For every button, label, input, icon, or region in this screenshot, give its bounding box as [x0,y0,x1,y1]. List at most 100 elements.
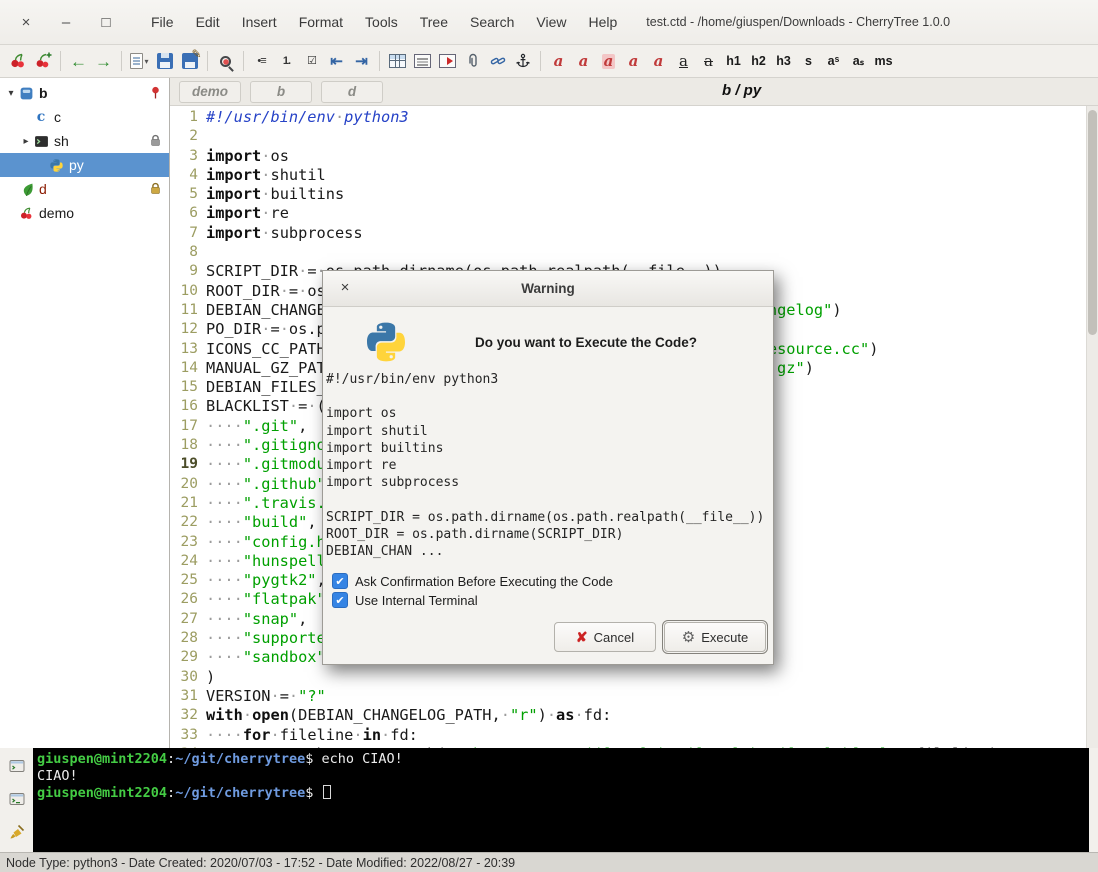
tree-node-b[interactable]: ▾b [0,81,169,105]
toolbar-insert-link-button[interactable] [485,48,510,74]
line-number: 30 [170,668,198,687]
menu-view[interactable]: View [525,9,577,35]
toolbar-execute-code-button[interactable] [435,48,460,74]
scrollbar-thumb[interactable] [1088,110,1097,335]
menu-insert[interactable]: Insert [231,9,288,35]
line-number: 16 [170,397,198,416]
menu-format[interactable]: Format [288,9,354,35]
dialog-code-line [326,491,771,508]
line-number: 28 [170,629,198,648]
toolbar-save-button[interactable] [152,48,177,74]
recent-node-tab-d[interactable]: d [321,81,383,103]
open-recent-icon [130,53,143,69]
toolbar-go-forward-button[interactable]: → [91,48,116,74]
dialog-titlebar: × Warning [323,271,773,307]
line-number: 14 [170,359,198,378]
menu-search[interactable]: Search [459,9,525,35]
find-icon [220,56,231,67]
checkbox-row-1[interactable]: ✔Use Internal Terminal [332,592,764,608]
tree-node-c[interactable]: cc [0,105,169,129]
toolbar-go-back-button[interactable]: ← [66,48,91,74]
toolbar-add-node-button[interactable] [5,48,30,74]
tree-node-demo[interactable]: demo [0,201,169,225]
toolbar-color-foreground-button[interactable]: a [571,48,596,74]
terminal-text: ~/git/cherrytree [175,751,305,767]
toolbar-list-todo-button[interactable]: ☑ [299,48,324,74]
toolbar-find-button[interactable] [213,48,238,74]
recent-node-tab-b[interactable]: b [250,81,312,103]
line-number: 5 [170,185,198,204]
toolbar-heading-3-button[interactable]: h3 [771,48,796,74]
checkbox-icon[interactable]: ✔ [332,573,348,589]
menu-edit[interactable]: Edit [185,9,231,35]
tree-node-d[interactable]: d [0,177,169,201]
toolbar-format-bold-button[interactable]: a [621,48,646,74]
dialog-code-line: import shutil [326,423,771,440]
list-bulleted-icon: •≡ [257,56,265,67]
code-text: with·open(DEBIAN_CHANGELOG_PATH,·"r")·as… [206,706,611,725]
tree-node-label: sh [54,133,69,149]
list-todo-icon: ☑ [307,56,316,67]
line-number: 22 [170,513,198,532]
toolbar-save-as-button[interactable] [177,48,202,74]
tree-node-label: d [39,181,47,197]
line-number: 13 [170,340,198,359]
toolbar-format-strikethrough-button[interactable]: a [696,48,721,74]
dialog-code-line: import subprocess [326,474,771,491]
menu-tree[interactable]: Tree [409,9,459,35]
expander-icon[interactable]: ▾ [4,88,18,99]
toolbar-attach-file-button[interactable] [460,48,485,74]
dialog-question: Do you want to Execute the Code? [409,335,763,350]
window-close-button[interactable]: × [6,14,46,31]
window-maximize-button[interactable]: □ [86,14,126,31]
window-minimize-button[interactable]: – [46,14,86,31]
tree-node-sh[interactable]: ▸ sh [0,129,169,153]
checkbox-row-0[interactable]: ✔Ask Confirmation Before Executing the C… [332,573,764,589]
cancel-button[interactable]: ✘ Cancel [554,622,656,652]
toolbar-indent-less-button[interactable]: ⇤ [324,48,349,74]
expander-icon[interactable]: ▸ [19,136,33,147]
toolbar-insert-anchor-button[interactable] [510,48,535,74]
terminal-text: CIAO! [37,768,78,784]
toolbar-insert-codebox-button[interactable] [410,48,435,74]
toolbar-format-clear-button[interactable]: a [546,48,571,74]
indent-more-icon: ⇥ [355,54,368,69]
toolbar-format-superscript-button[interactable]: aˢ [821,48,846,74]
terminal-show-button[interactable] [7,756,27,776]
toolbar-indent-more-button[interactable]: ⇥ [349,48,374,74]
line-number: 33 [170,726,198,745]
menu-tools[interactable]: Tools [354,9,409,35]
recent-node-tab-demo[interactable]: demo [179,81,241,103]
code-text: ····for·fileline·in·fd: [206,726,418,745]
tree-node-py[interactable]: py [0,153,169,177]
menu-help[interactable]: Help [577,9,628,35]
toolbar-heading-2-button[interactable]: h2 [746,48,771,74]
toolbar-add-subnode-button[interactable] [30,48,55,74]
toolbar-format-small-button[interactable]: s [796,48,821,74]
dialog-buttons: ✘ Cancel ⚙ Execute [323,613,773,664]
toolbar-list-bulleted-button[interactable]: •≡ [249,48,274,74]
cancel-x-icon: ✘ [576,629,588,646]
code-line: 31VERSION·=·"?" [170,687,1098,706]
toolbar-format-monospace-button[interactable]: ms [871,48,896,74]
code-text: ····"sandbox" [206,648,326,667]
toolbar-color-background-button[interactable]: a [596,48,621,74]
checkbox-icon[interactable]: ✔ [332,592,348,608]
toolbar-list-numbered-button[interactable]: 1. [274,48,299,74]
editor-scrollbar[interactable] [1086,106,1098,748]
toolbar-format-underline-button[interactable]: a [671,48,696,74]
toolbar-format-italic-button[interactable]: a [646,48,671,74]
window-title: test.ctd - /home/giuspen/Downloads - Che… [646,15,950,29]
toolbar-heading-1-button[interactable]: h1 [721,48,746,74]
toolbar-insert-table-button[interactable] [385,48,410,74]
terminal-output[interactable]: giuspen@mint2204:~/git/cherrytree$ echo … [33,748,1089,852]
menu-file[interactable]: File [140,9,185,35]
execute-button[interactable]: ⚙ Execute [664,622,766,652]
terminal-clear-button[interactable] [7,822,27,842]
dialog-close-icon[interactable]: × [335,279,355,296]
toolbar-format-subscript-button[interactable]: aₛ [846,48,871,74]
letter-icon: c [33,109,49,125]
toolbar-open-recent-button[interactable]: ▾ [127,48,152,74]
dialog-code-line: import os [326,405,771,422]
terminal-restart-button[interactable] [7,789,27,809]
